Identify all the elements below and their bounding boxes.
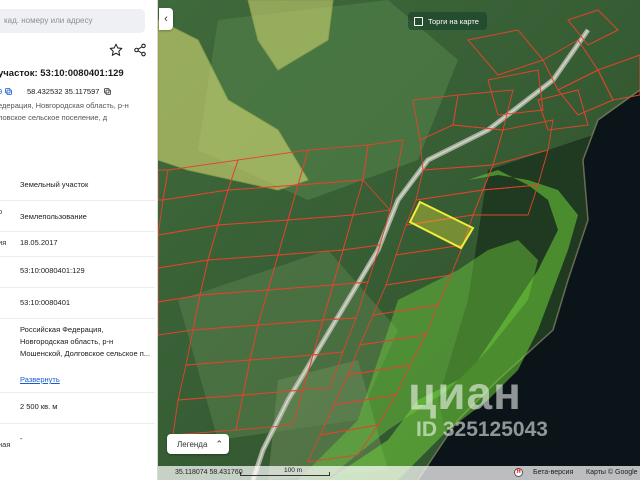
date-value: 18.05.2017 — [20, 238, 58, 247]
parcel-title: участок: 53:10:0080401:129 — [0, 68, 124, 79]
watermark-id: ID 325125043 — [416, 418, 548, 441]
share-icon[interactable] — [133, 43, 149, 59]
collapse-panel-button[interactable]: ‹ — [159, 8, 173, 30]
divider — [0, 231, 155, 232]
address-line: ловское сельское поселение, д — [0, 113, 108, 122]
map-area[interactable]: циан ID 325125043 — [158, 0, 640, 480]
divider — [0, 423, 155, 424]
address-summary: едерация, Новгородская область, р-н ловс… — [0, 100, 148, 124]
panel-divider — [157, 0, 158, 480]
coord-prefix-row[interactable]: 9 — [0, 87, 13, 96]
watermark-brand: циан — [408, 367, 522, 419]
search-input[interactable]: кад. номеру или адресу — [0, 9, 145, 33]
coordinates-value: 58.432532 35.117597 — [27, 87, 100, 96]
legend-button[interactable]: Легенда ⌃ — [167, 434, 229, 454]
copy-icon[interactable] — [4, 87, 13, 96]
auctions-toggle[interactable]: Торги на карте — [408, 12, 487, 30]
full-address-value: Российская Федерация, Новгородская облас… — [20, 325, 151, 358]
chevron-left-icon: ‹ — [164, 13, 168, 25]
cian-watermark: циан ID 325125043 — [408, 367, 548, 441]
map-scale: 100 m — [240, 467, 330, 476]
map-attribution[interactable]: Карты © Google — [586, 466, 638, 480]
area-value: 2 500 кв. м — [20, 402, 58, 411]
cost-value: - — [20, 434, 23, 443]
legend-label: Легенда — [177, 439, 208, 449]
copy-icon[interactable] — [103, 87, 112, 96]
land-type-value: Земельный участок — [20, 180, 89, 189]
coordinates-row[interactable]: 58.432532 35.117597 — [27, 87, 112, 96]
satellite-map[interactable] — [158, 0, 640, 480]
favorite-star-icon[interactable] — [109, 43, 125, 59]
parcel-info-panel: кад. номеру или адресу участок: 53:10:00… — [0, 0, 157, 480]
cursor-coordinates: 35.118074 58.431760 — [175, 469, 243, 476]
divider — [0, 200, 155, 201]
divider — [0, 392, 155, 393]
cadastral-quarter-value: 53:10:0080401 — [20, 298, 71, 307]
beta-label[interactable]: Бета-версия — [533, 466, 573, 480]
usage-value: Землепользование — [20, 212, 87, 221]
checkbox-icon[interactable] — [414, 16, 423, 26]
divider — [0, 256, 155, 257]
address-line: едерация, Новгородская область, р-н — [0, 101, 129, 110]
chevron-up-icon: ⌃ — [215, 438, 223, 449]
divider — [0, 287, 155, 288]
row-label: о — [0, 207, 3, 216]
row-label: ия — [0, 238, 7, 247]
divider — [0, 318, 155, 319]
row-label: ная — [0, 440, 11, 449]
coord-prefix: 9 — [0, 87, 3, 96]
auctions-label: Торги на карте — [428, 16, 479, 26]
expand-address-link[interactable]: Развернуть — [20, 375, 60, 384]
cadastral-number-value: 53:10:0080401:129 — [20, 266, 85, 275]
yandex-logo-icon[interactable]: Я — [514, 468, 523, 477]
